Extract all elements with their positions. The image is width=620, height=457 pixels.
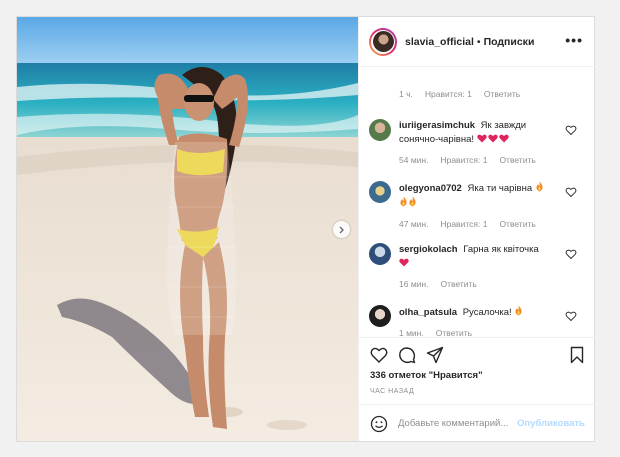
fire-emoji-icon [536,181,543,192]
fire-emoji-icon [400,196,407,207]
author-avatar-image [372,31,394,52]
heart-emoji-icon [476,134,487,143]
commenter-avatar[interactable] [369,243,391,265]
reply-button[interactable]: Ответить [499,217,535,231]
comment-body: olegyona0702 Яка ти чарівна 47 мин. Нрав… [399,181,559,231]
publish-comment-button[interactable]: Опубликовать [517,418,585,429]
comment-likes[interactable]: Нравится: 1 [440,217,487,231]
comment-bubble-icon[interactable] [398,346,416,364]
commenter-username[interactable]: olha_patsula [399,307,457,318]
comment-text: Гарна як квіточка [463,244,539,255]
heart-emoji-icon [399,258,409,267]
comment-time: 1 ч. [399,89,413,99]
post-card: slavia_official • Подписки ••• 1 ч. Нрав… [16,16,595,442]
heart-emoji-icon [487,134,498,143]
commenter-avatar[interactable] [369,305,391,327]
beach-photo [17,17,358,441]
list-item: iuriigerasimchuk Як завжди сонячно-чарів… [369,119,589,169]
comment-time: 16 мин. [399,279,429,289]
emoji-smiley-icon[interactable] [370,415,388,433]
reply-button[interactable]: Ответить [440,277,476,291]
comment-likes[interactable]: Нравится: 1 [425,89,472,99]
like-comment-heart-icon[interactable] [565,248,577,260]
fire-emoji-icon [409,196,416,207]
commenter-avatar[interactable] [369,181,391,203]
following-button[interactable]: Подписки [484,36,535,48]
add-comment-input[interactable] [396,417,515,430]
comment-time: 1 мин. [399,328,424,337]
like-heart-icon[interactable] [370,346,388,364]
add-comment-bar: Опубликовать [359,404,595,442]
list-item: olha_patsula Русалочка! 1 мин. Ответить [369,305,589,337]
commenter-username[interactable]: sergiokolach [399,244,458,255]
chevron-right-icon [339,226,344,233]
commenter-username[interactable]: olegyona0702 [399,183,462,194]
comment-time: 47 мин. [399,219,429,229]
like-comment-heart-icon[interactable] [565,186,577,198]
share-send-icon[interactable] [426,346,444,364]
comment-body: sergiokolach Гарна як квіточка 16 мин. О… [399,243,559,291]
like-comment-heart-icon[interactable] [565,124,577,136]
comment-body: iuriigerasimchuk Як завжди сонячно-чарів… [399,119,559,167]
heart-emoji-icon [498,134,509,143]
post-side-panel: slavia_official • Подписки ••• 1 ч. Нрав… [358,17,595,441]
author-avatar[interactable] [369,27,397,56]
reply-button[interactable]: Ответить [499,153,535,167]
save-bookmark-icon[interactable] [568,346,586,364]
next-photo-button[interactable] [333,221,350,238]
comment-body: olha_patsula Русалочка! 1 мин. Ответить [399,305,559,337]
fire-emoji-icon [515,305,522,316]
header-separator: • [476,35,481,48]
comment-text: Русалочка! [462,307,512,318]
comment-text: Яка ти чарівна [467,183,533,194]
post-actions: 336 отметок "Нравится" ЧАС НАЗАД [359,337,595,395]
list-item: sergiokolach Гарна як квіточка 16 мин. О… [369,243,589,293]
reply-button[interactable]: Ответить [484,89,520,99]
commenter-avatar[interactable] [369,119,391,141]
commenter-username[interactable]: iuriigerasimchuk [399,120,475,131]
comments-list: 1 ч. Нравится: 1 Ответить iuriigerasimch… [359,67,595,337]
post-header: slavia_official • Подписки ••• [359,17,595,67]
author-username[interactable]: slavia_official [405,36,474,48]
comment-time: 54 мин. [399,155,429,165]
likes-count[interactable]: 336 отметок "Нравится" [370,370,483,381]
more-options-icon[interactable]: ••• [565,33,583,47]
post-timestamp: ЧАС НАЗАД [370,388,415,395]
comment-likes[interactable]: Нравится: 1 [440,153,487,167]
post-photo[interactable] [17,17,358,441]
like-comment-heart-icon[interactable] [565,310,577,322]
comment-meta-previous: 1 ч. Нравится: 1 Ответить [369,89,589,99]
list-item: olegyona0702 Яка ти чарівна 47 мин. Нрав… [369,181,589,231]
reply-button[interactable]: Ответить [436,326,472,337]
